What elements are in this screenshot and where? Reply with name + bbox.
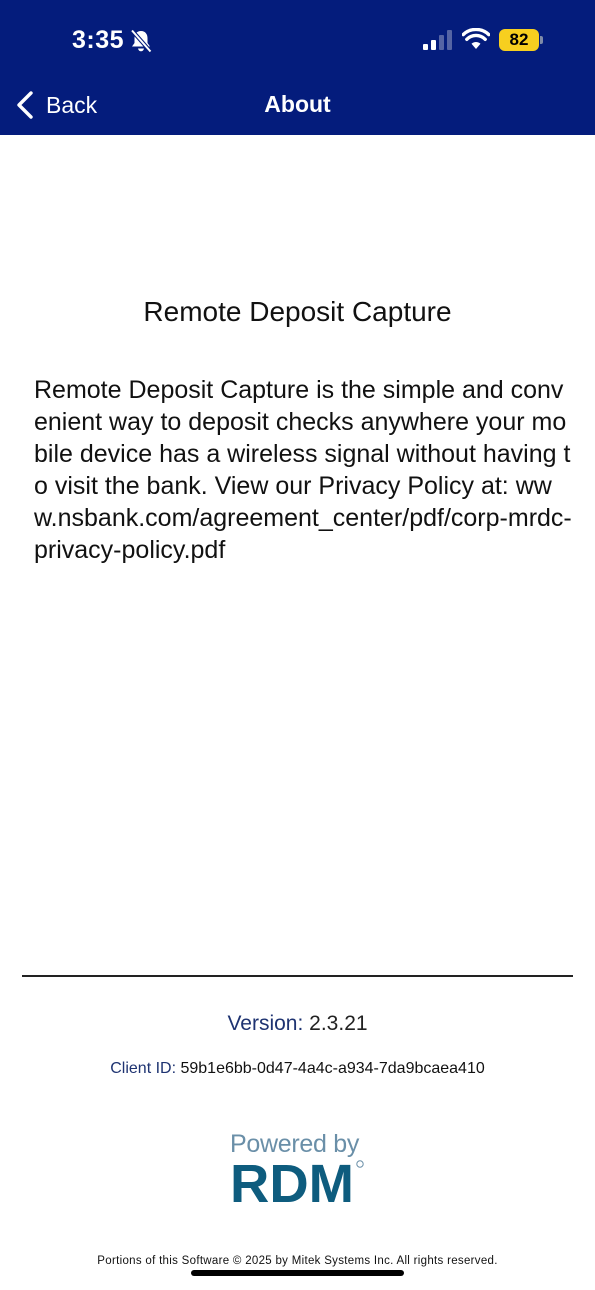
battery-level: 82 [499, 29, 539, 51]
powered-by-text: Powered by [230, 1130, 360, 1158]
version-label: Version: [227, 1012, 304, 1035]
status-time: 3:35 [72, 26, 125, 54]
client-id-row: Client ID: 59b1e6bb-0d47-4a4c-a934-7da9b… [0, 1060, 595, 1078]
bell-slash-icon [130, 29, 152, 53]
battery-icon: 82 [499, 29, 543, 51]
app-description: Remote Deposit Capture is the simple and… [34, 376, 572, 564]
page-title: About [264, 91, 331, 117]
home-indicator[interactable] [191, 1270, 404, 1276]
powered-by-logo: Powered by RDM [230, 1130, 370, 1204]
app-heading: Remote Deposit Capture [143, 296, 452, 327]
version-value: 2.3.21 [309, 1012, 368, 1035]
divider [22, 975, 573, 977]
rdm-logo: RDM [230, 1160, 364, 1204]
client-id-label: Client ID: [110, 1060, 177, 1077]
rdm-logo-text: RDM [230, 1160, 354, 1204]
navigation-header: 3:35 82 Back About [0, 0, 595, 135]
copyright-text: Portions of this Software © 2025 by Mite… [97, 1255, 498, 1267]
battery-cap [540, 36, 543, 44]
version-row: Version: 2.3.21 [0, 1012, 595, 1036]
cellular-signal-icon [423, 30, 452, 50]
wifi-icon [462, 28, 490, 49]
client-id-value: 59b1e6bb-0d47-4a4c-a934-7da9bcaea410 [180, 1060, 485, 1077]
